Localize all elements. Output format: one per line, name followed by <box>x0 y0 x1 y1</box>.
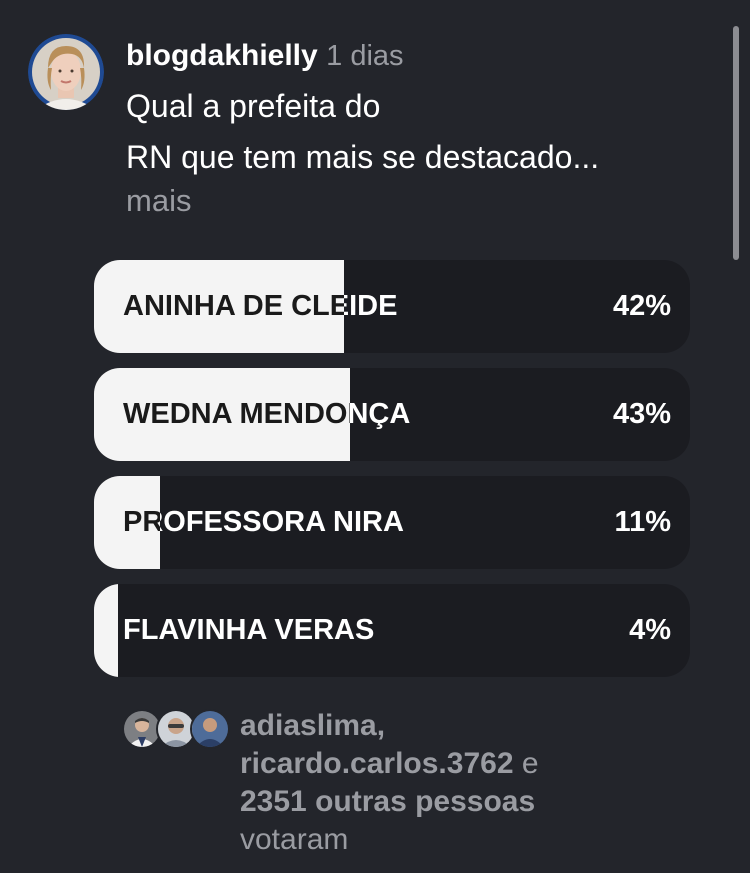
caption-line-1: Qual a prefeita do <box>126 88 381 124</box>
post-username[interactable]: blogdakhielly <box>126 39 318 72</box>
caption-line-2: RN que tem mais se destacado... <box>126 139 600 175</box>
profile-avatar[interactable] <box>28 34 104 110</box>
voter-avatars <box>122 709 232 749</box>
voters-others-link[interactable]: 2351 outras pessoas <box>240 785 535 818</box>
poll-option-percent: 11% <box>614 506 671 538</box>
more-link[interactable]: mais <box>126 183 716 219</box>
voter-avatar-photo <box>192 711 228 747</box>
voter-name-2[interactable]: ricardo.carlos.3762 <box>240 747 514 780</box>
voters-suffix: votaram <box>240 823 349 856</box>
post-header: blogdakhielly 1 dias <box>126 34 716 78</box>
post-caption: blogdakhielly 1 dias Qual a prefeita do … <box>126 34 716 219</box>
scrollbar[interactable] <box>733 26 739 260</box>
voters-text: adiaslima, ricardo.carlos.3762 e 2351 ou… <box>240 707 660 859</box>
poll-option[interactable]: ANINHA DE CLEIDEANINHA DE CLEIDE42% <box>94 260 690 353</box>
poll-option-label-overlay: WEDNA MENDONÇA <box>123 398 350 430</box>
voter-avatar[interactable] <box>190 709 230 749</box>
poll: ANINHA DE CLEIDEANINHA DE CLEIDE42%WEDNA… <box>94 260 690 692</box>
poll-option-percent: 43% <box>612 398 671 430</box>
poll-option-label-overlay: PROFESSORA NIRA <box>123 506 160 538</box>
profile-photo <box>28 34 104 110</box>
voter-avatar-photo <box>158 711 194 747</box>
poll-option[interactable]: PROFESSORA NIRAPROFESSORA NIRA11% <box>94 476 690 569</box>
poll-option-label-overlay: ANINHA DE CLEIDE <box>123 290 345 322</box>
voters-connector: e <box>521 747 539 780</box>
poll-option[interactable]: WEDNA MENDONÇAWEDNA MENDONÇA43% <box>94 368 690 461</box>
voter-avatar-photo <box>124 711 160 747</box>
poll-option[interactable]: FLAVINHA VERASFLAVINHA VERAS4% <box>94 584 690 677</box>
post-time: 1 dias <box>326 40 404 72</box>
poll-option-percent: 4% <box>629 614 671 646</box>
poll-option-label: FLAVINHA VERAS <box>123 614 375 646</box>
voter-name-1[interactable]: adiaslima, <box>240 709 385 742</box>
poll-option-percent: 42% <box>612 290 671 322</box>
poll-option-label: PROFESSORA NIRA <box>123 506 404 538</box>
poll-option-fill <box>94 584 118 677</box>
